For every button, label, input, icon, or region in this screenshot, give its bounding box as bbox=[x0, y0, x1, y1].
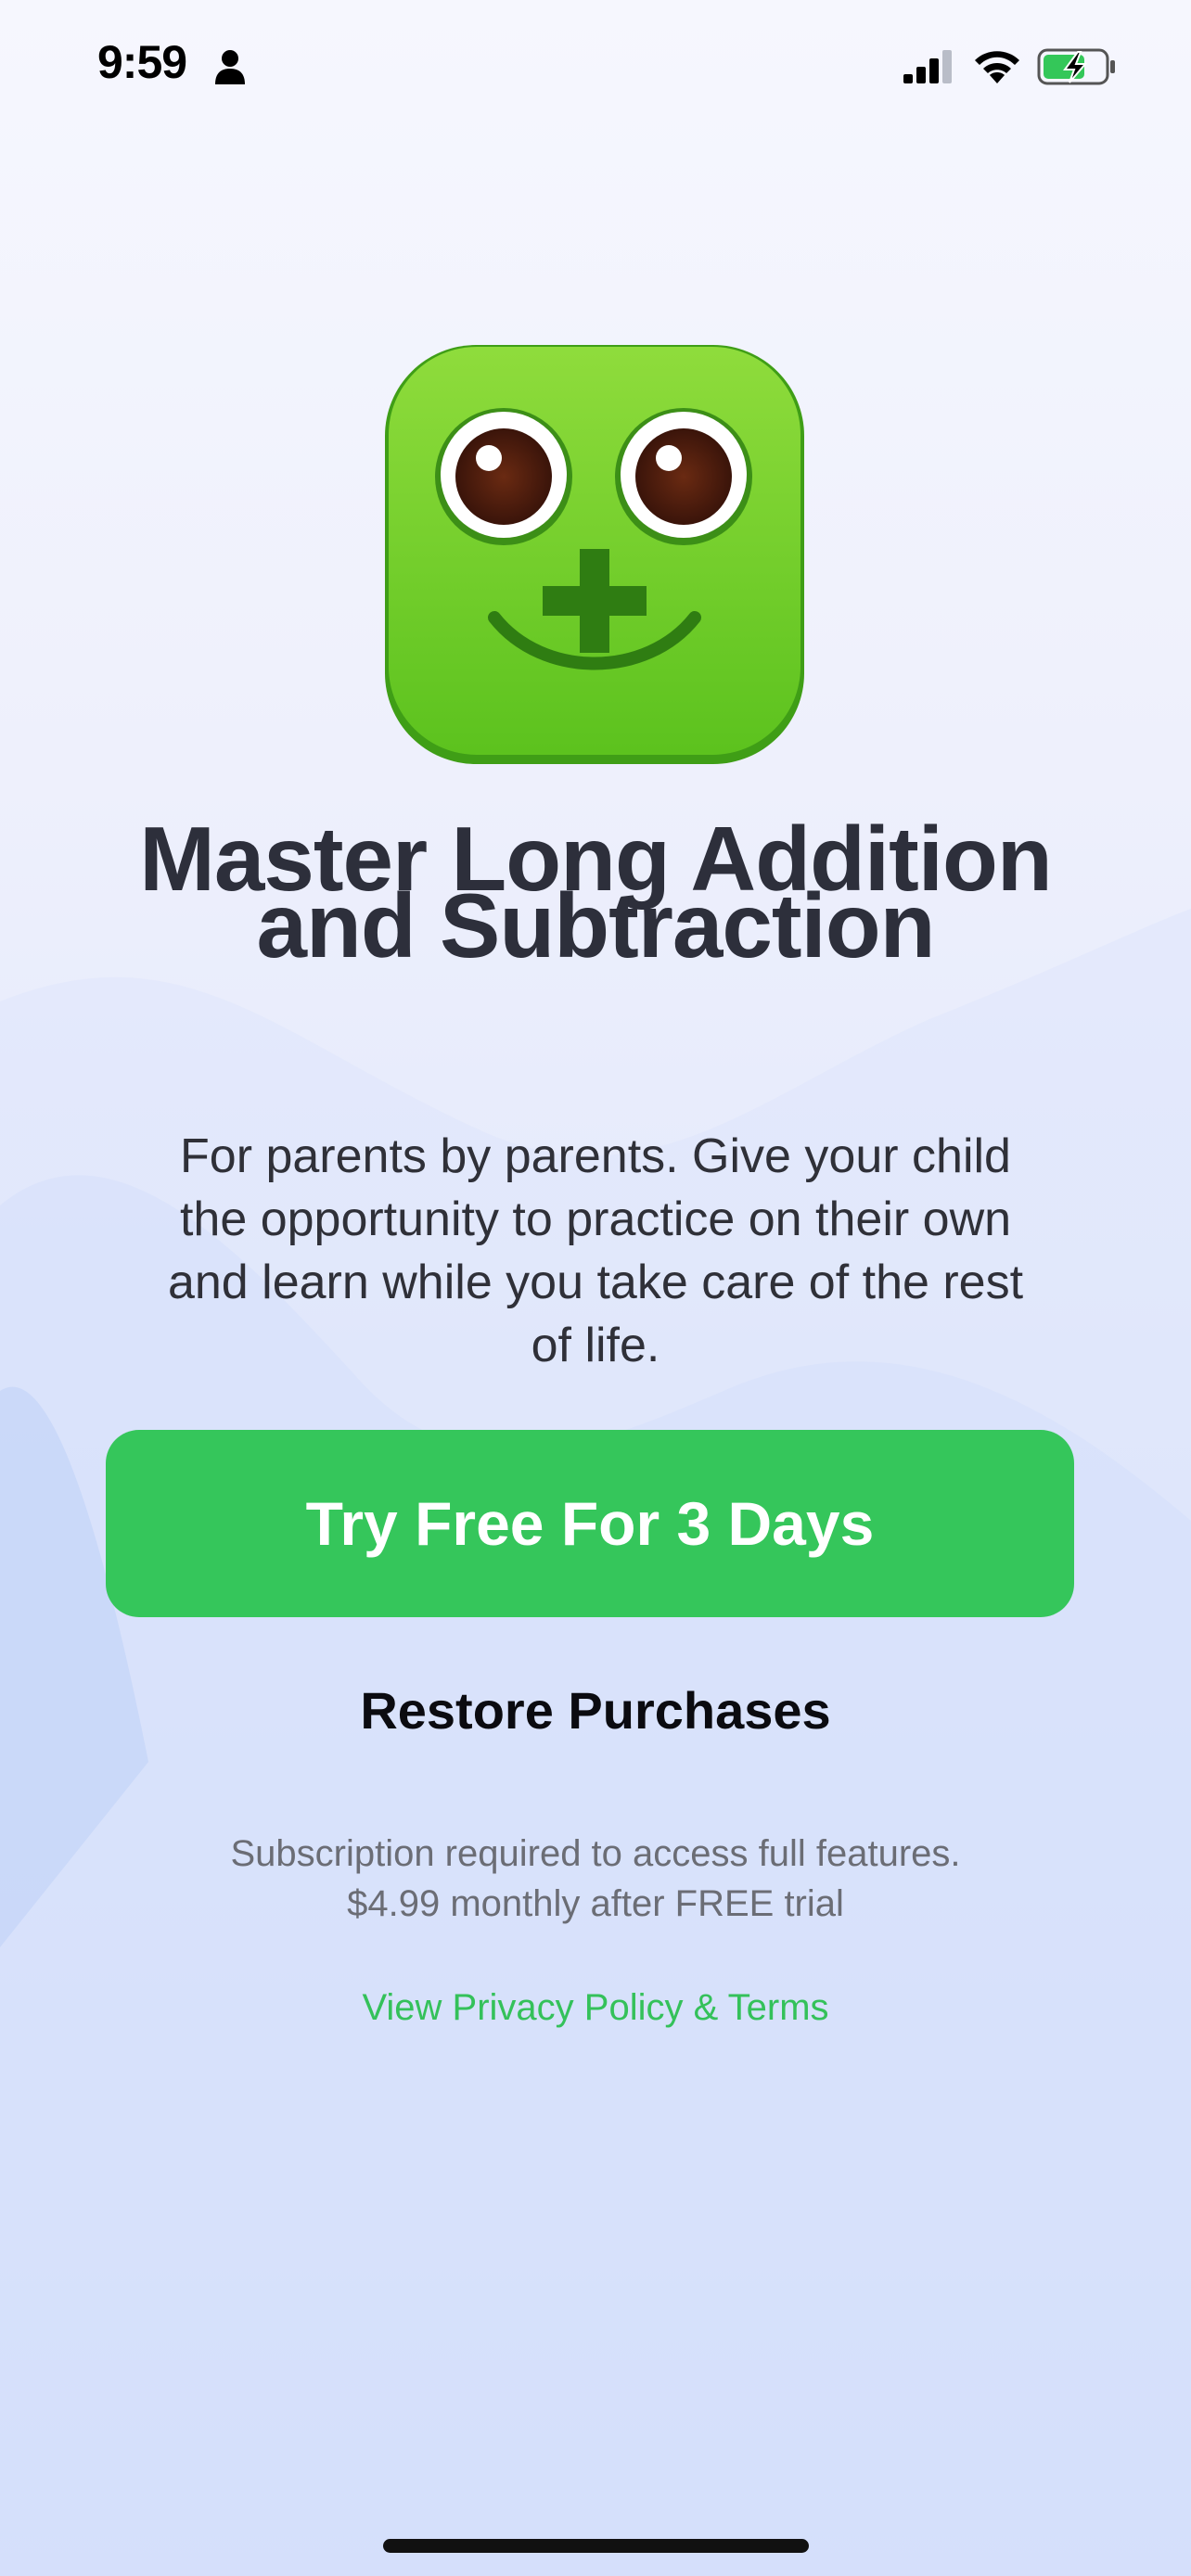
home-indicator[interactable] bbox=[383, 2539, 809, 2553]
app-icon bbox=[385, 345, 804, 764]
description: For parents by parents. Give your child … bbox=[102, 1125, 1089, 1377]
headline: Master Long Addition and Subtraction bbox=[56, 813, 1135, 971]
description-line: the opportunity to practice on their own bbox=[179, 1192, 1012, 1246]
restore-purchases-button[interactable]: Restore Purchases bbox=[0, 1680, 1191, 1741]
terms-line-1: Subscription required to access full fea… bbox=[230, 1833, 961, 1874]
privacy-policy-link[interactable]: View Privacy Policy & Terms bbox=[0, 1987, 1191, 2029]
terms-line-2: $4.99 monthly after FREE trial bbox=[347, 1883, 844, 1924]
subscription-terms: Subscription required to access full fea… bbox=[93, 1829, 1098, 1929]
try-free-button[interactable]: Try Free For 3 Days bbox=[106, 1430, 1074, 1617]
person-icon bbox=[215, 50, 245, 84]
status-bar: 9:59 bbox=[0, 0, 1191, 134]
status-time: 9:59 bbox=[97, 36, 187, 88]
description-line: of life. bbox=[531, 1319, 660, 1372]
battery-charging-icon bbox=[1037, 48, 1115, 85]
description-line: and learn while you take care of the res… bbox=[167, 1256, 1024, 1309]
wifi-icon bbox=[975, 51, 1019, 83]
cellular-signal-icon bbox=[903, 50, 952, 83]
description-line: For parents by parents. Give your child bbox=[180, 1129, 1011, 1183]
